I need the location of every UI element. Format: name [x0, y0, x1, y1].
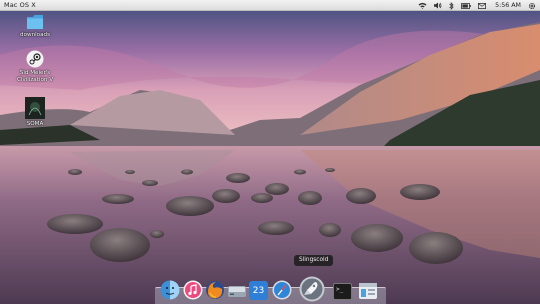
drive-icon — [228, 286, 246, 297]
dock: 23 >_ — [155, 275, 386, 304]
dock-item-firefox[interactable] — [205, 280, 225, 300]
battery-icon[interactable] — [461, 2, 471, 10]
dock-item-finder-window[interactable] — [358, 282, 378, 300]
desktop-icon-downloads[interactable]: downloads — [5, 14, 65, 39]
desktop-icon-soma[interactable]: SOMA — [5, 97, 65, 128]
rocket-icon — [299, 276, 325, 302]
wifi-icon[interactable] — [418, 2, 427, 10]
dock-item-calendar[interactable]: 23 — [249, 281, 268, 300]
dock-tooltip: Slingscold — [294, 255, 334, 266]
desktop-icon-label-line-2: Civilization V — [16, 76, 54, 83]
terminal-icon: >_ — [333, 283, 352, 300]
clock[interactable]: 5:56 AM — [495, 2, 521, 9]
dock-item-itunes[interactable] — [183, 280, 203, 300]
calendar-day: 23 — [252, 285, 265, 296]
finder-window-icon — [359, 283, 377, 299]
dock-item-slingscold[interactable] — [299, 276, 325, 302]
gear-icon[interactable] — [528, 2, 536, 10]
os-title[interactable]: Mac OS X — [4, 1, 36, 9]
dock-item-drive[interactable] — [227, 282, 247, 300]
desktop-icon-label: downloads — [20, 32, 50, 38]
dock-item-terminal[interactable]: >_ — [333, 283, 352, 300]
itunes-icon — [183, 280, 203, 300]
indicator-area: 5:56 AM — [418, 0, 536, 11]
soma-icon — [25, 97, 45, 119]
desktop-icon-civilization[interactable]: Sid Meier's Civilization V — [5, 50, 65, 83]
safari-icon — [272, 280, 292, 300]
folder-icon — [27, 15, 43, 29]
desktop-icon-label: SOMA — [26, 121, 44, 127]
terminal-prompt: >_ — [336, 286, 344, 293]
bluetooth-icon[interactable] — [449, 1, 454, 10]
finder-icon — [160, 280, 180, 300]
calendar-icon: 23 — [249, 281, 268, 300]
dock-item-finder[interactable] — [160, 280, 180, 300]
mail-icon[interactable] — [478, 2, 487, 10]
firefox-icon — [206, 281, 224, 299]
steam-icon — [26, 50, 44, 68]
top-panel: Mac OS X 5:56 AM — [0, 0, 540, 11]
wallpaper — [0, 0, 540, 304]
volume-icon[interactable] — [434, 2, 442, 10]
dock-item-safari[interactable] — [272, 280, 292, 300]
